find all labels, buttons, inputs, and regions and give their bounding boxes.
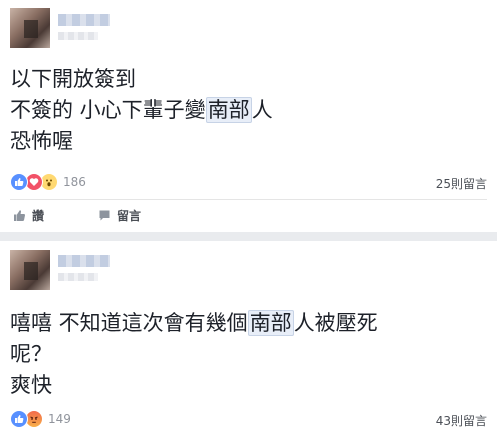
post-line: 嘻嘻 不知道這次會有幾個南部人被壓死 [10,310,378,336]
comments-count-link[interactable]: 43則留言 [436,412,487,429]
post-card: 以下開放簽到 不簽的 小心下輩子變南部人 恐怖喔 186 25則留言 讚 留言 [0,0,497,232]
post-card: 嘻嘻 不知道這次會有幾個南部人被壓死 呢？ 爽快 149 43則留言 [0,241,497,434]
avatar[interactable] [10,8,50,48]
like-icon [10,410,28,428]
like-icon [10,173,28,191]
author-name[interactable] [58,255,110,267]
comment-icon [97,208,111,222]
divider [10,199,487,200]
post-line: 以下開放簽到 [10,67,136,91]
reactions-summary[interactable]: 149 [10,410,71,428]
author-name[interactable] [58,14,110,26]
highlighted-word: 南部 [205,97,252,123]
comments-count-link[interactable]: 25則留言 [436,175,487,192]
reactions-count: 149 [48,412,71,426]
action-bar: 讚 留言 [0,203,497,227]
comment-button[interactable]: 留言 [97,207,141,224]
post-line: 爽快 [10,373,52,397]
post-text: 嘻嘻 不知道這次會有幾個南部人被壓死 呢？ 爽快 [10,308,487,401]
thumbs-up-icon [12,208,26,222]
post-text: 以下開放簽到 不簽的 小心下輩子變南部人 恐怖喔 [10,64,487,157]
like-label: 讚 [32,208,45,223]
highlighted-word: 南部 [247,310,294,336]
like-button[interactable]: 讚 [12,207,44,224]
comment-label: 留言 [117,208,142,223]
post-line: 恐怖喔 [10,129,73,153]
post-line: 不簽的 小心下輩子變南部人 [10,97,273,123]
post-meta [58,273,98,281]
post-meta [58,32,98,40]
post-line: 呢？ [10,342,52,366]
avatar[interactable] [10,250,50,290]
reactions-count: 186 [63,175,86,189]
reactions-summary[interactable]: 186 [10,173,86,191]
